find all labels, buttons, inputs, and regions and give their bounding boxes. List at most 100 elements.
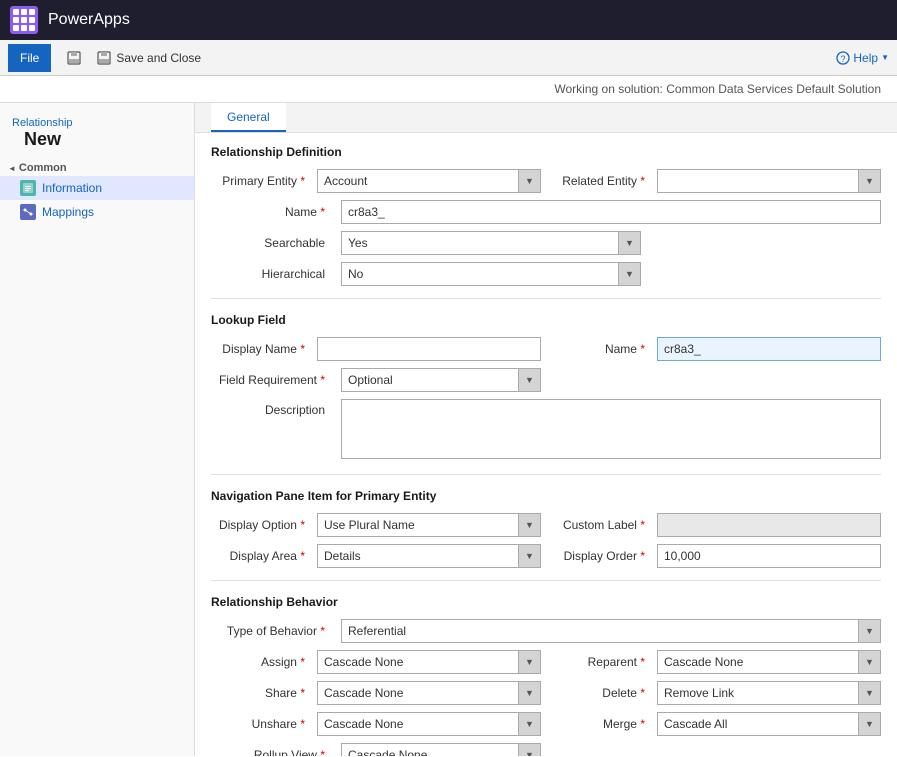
custom-label-label: Custom Label * [551,518,651,532]
hierarchical-select[interactable]: No ▼ [341,262,641,286]
primary-entity-select[interactable]: Account ▼ [317,169,541,193]
type-behavior-select[interactable]: Referential ▼ [341,619,881,643]
assign-field: Cascade None ▼ [317,650,541,674]
assign-value: Cascade None [318,655,518,669]
row-searchable: Searchable Yes ▼ [211,231,881,255]
row-entities: Primary Entity * Account ▼ Related Entit… [211,169,881,193]
merge-arrow: ▼ [858,713,880,735]
sidebar: Relationship New Common Information Mapp… [0,103,195,756]
save-icon-button[interactable] [59,46,89,70]
field-requirement-select[interactable]: Optional ▼ [341,368,541,392]
help-button[interactable]: ? Help ▼ [836,51,889,65]
delete-arrow: ▼ [858,682,880,704]
display-order-input[interactable] [657,544,881,568]
lookup-name-required: * [640,342,645,356]
row-rollup-view: Rollup View * Cascade None ▼ [211,743,881,756]
delete-required: * [640,686,645,700]
share-select[interactable]: Cascade None ▼ [317,681,541,705]
rollup-view-arrow: ▼ [518,744,540,756]
col-merge: Merge * Cascade All ▼ [551,712,881,736]
sidebar-breadcrumb[interactable]: Relationship [12,117,182,129]
merge-required: * [640,717,645,731]
display-name-field [317,337,541,361]
delete-value: Remove Link [658,686,858,700]
name-input[interactable] [341,200,881,224]
sidebar-item-information-label: Information [42,181,102,195]
save-and-close-button[interactable]: Save and Close [89,46,208,70]
searchable-select[interactable]: Yes ▼ [341,231,641,255]
col-display-area: Display Area * Details ▼ [211,544,541,568]
display-area-select[interactable]: Details ▼ [317,544,541,568]
display-area-value: Details [318,549,518,563]
col-display-name: Display Name * [211,337,541,361]
related-entity-select[interactable]: ▼ [657,169,881,193]
help-dropdown-arrow[interactable]: ▼ [881,53,889,62]
assign-label: Assign * [211,655,311,669]
section-relationship-definition: Relationship Definition [211,145,881,159]
rollup-view-value: Cascade None [342,748,518,756]
delete-field: Remove Link ▼ [657,681,881,705]
display-option-value: Use Plural Name [318,518,518,532]
hierarchical-field: No ▼ [341,262,641,286]
waffle-icon[interactable] [10,6,38,34]
merge-select[interactable]: Cascade All ▼ [657,712,881,736]
assign-select[interactable]: Cascade None ▼ [317,650,541,674]
unshare-field: Cascade None ▼ [317,712,541,736]
col-display-order: Display Order * [551,544,881,568]
row-description: Description [211,399,881,462]
help-icon: ? [836,51,850,65]
name-required: * [320,205,325,219]
tab-general-label: General [227,110,270,124]
sidebar-item-mappings[interactable]: Mappings [0,200,194,224]
reparent-value: Cascade None [658,655,858,669]
section-relationship-behavior: Relationship Behavior [211,595,881,609]
main-container: Relationship New Common Information Mapp… [0,103,897,756]
unshare-label: Unshare * [211,717,311,731]
content-area: General Relationship Definition Primary … [195,103,897,756]
field-requirement-arrow: ▼ [518,369,540,391]
row-name: Name * [211,200,881,224]
merge-value: Cascade All [658,717,858,731]
file-button[interactable]: File [8,44,51,72]
searchable-value: Yes [342,236,618,250]
col-delete: Delete * Remove Link ▼ [551,681,881,705]
name-field-wrapper [341,200,881,224]
col-assign: Assign * Cascade None ▼ [211,650,541,674]
save-close-label: Save and Close [116,51,201,65]
tab-general[interactable]: General [211,103,286,132]
mappings-icon [20,204,36,220]
searchable-label: Searchable [211,236,331,250]
primary-entity-label: Primary Entity * [211,174,311,188]
save-close-icon [96,50,112,66]
sidebar-header: Relationship New [0,111,194,158]
col-related-entity: Related Entity * ▼ [551,169,881,193]
related-entity-required: * [640,174,645,188]
share-field: Cascade None ▼ [317,681,541,705]
display-option-label: Display Option * [211,518,311,532]
assign-required: * [300,655,305,669]
solution-banner: Working on solution: Common Data Service… [0,76,897,103]
display-option-select[interactable]: Use Plural Name ▼ [317,513,541,537]
lookup-name-input[interactable] [657,337,881,361]
custom-label-input[interactable] [657,513,881,537]
display-name-required: * [300,342,305,356]
rollup-view-select[interactable]: Cascade None ▼ [341,743,541,756]
rollup-view-label: Rollup View * [211,748,331,756]
waffle-grid [13,9,35,31]
delete-select[interactable]: Remove Link ▼ [657,681,881,705]
description-input[interactable] [341,399,881,459]
assign-arrow: ▼ [518,651,540,673]
information-icon [20,180,36,196]
unshare-select[interactable]: Cascade None ▼ [317,712,541,736]
sidebar-item-information[interactable]: Information [0,176,194,200]
solution-banner-text: Working on solution: Common Data Service… [554,82,881,96]
share-value: Cascade None [318,686,518,700]
reparent-select[interactable]: Cascade None ▼ [657,650,881,674]
display-name-input[interactable] [317,337,541,361]
tab-bar: General [195,103,897,133]
row-lookup-names: Display Name * Name * [211,337,881,361]
description-field [341,399,881,462]
display-order-required: * [640,549,645,563]
display-area-required: * [300,549,305,563]
related-entity-arrow: ▼ [858,170,880,192]
